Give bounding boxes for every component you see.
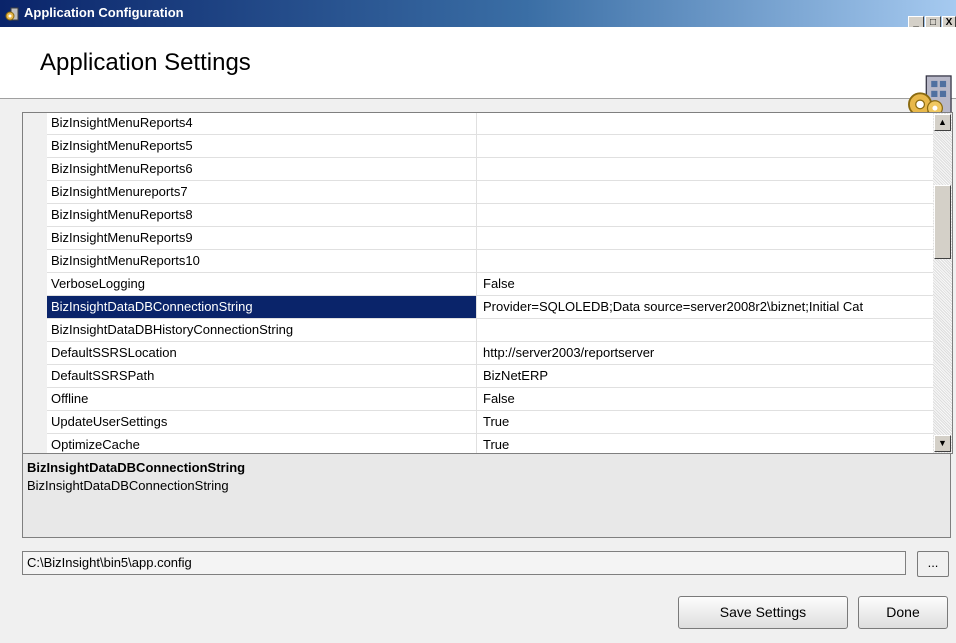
scroll-down-button[interactable]: ▼ [934,435,951,452]
description-panel: BizInsightDataDBConnectionString BizInsi… [22,453,951,538]
table-row[interactable]: Offline False [47,388,933,411]
setting-value[interactable] [477,135,933,157]
setting-key[interactable]: UpdateUserSettings [47,411,477,433]
scroll-thumb[interactable] [934,185,951,259]
setting-key[interactable]: BizInsightMenuReports6 [47,158,477,180]
description-text: BizInsightDataDBConnectionString [27,478,229,493]
settings-grid[interactable]: BizInsightMenuReports4 BizInsightMenuRepo… [22,112,953,454]
table-row[interactable]: BizInsightMenuReports8 [47,204,933,227]
setting-value[interactable] [477,250,933,272]
setting-value[interactable] [477,319,933,341]
setting-key[interactable]: OptimizeCache [47,434,477,453]
setting-key[interactable]: VerboseLogging [47,273,477,295]
table-row[interactable]: BizInsightMenuReports6 [47,158,933,181]
description-title: BizInsightDataDBConnectionString [27,460,246,475]
setting-value[interactable] [477,113,933,134]
setting-key[interactable]: BizInsightMenuReports9 [47,227,477,249]
table-row[interactable]: DefaultSSRSLocation http://server2003/rep… [47,342,933,365]
setting-key[interactable]: BizInsightMenuReports4 [47,113,477,134]
page-title: Application Settings [40,49,251,76]
window-title: Application Configuration [24,5,184,20]
setting-key[interactable]: BizInsightMenuReports5 [47,135,477,157]
table-row[interactable]: BizInsightDataDBConnectionString Provider… [47,296,933,319]
setting-value[interactable] [477,181,933,203]
setting-key[interactable]: DefaultSSRSPath [47,365,477,387]
done-button[interactable]: Done [858,596,948,629]
app-icon [5,7,19,21]
scroll-up-button[interactable]: ▲ [934,114,951,131]
config-path-field[interactable]: C:\BizInsight\bin5\app.config [22,551,906,575]
setting-value[interactable]: Provider=SQLOLEDB;Data source=server2008… [477,296,933,318]
setting-key[interactable]: BizInsightMenuReports10 [47,250,477,272]
save-settings-button[interactable]: Save Settings [678,596,848,629]
setting-value[interactable] [477,158,933,180]
table-row[interactable]: BizInsightMenuReports9 [47,227,933,250]
table-row[interactable]: BizInsightDataDBHistoryConnectionString [47,319,933,342]
setting-key[interactable]: BizInsightDataDBConnectionString [47,296,477,318]
setting-value[interactable]: True [477,434,933,453]
setting-value[interactable]: False [477,273,933,295]
setting-key[interactable]: DefaultSSRSLocation [47,342,477,364]
setting-key[interactable]: BizInsightDataDBHistoryConnectionString [47,319,477,341]
table-row[interactable]: UpdateUserSettings True [47,411,933,434]
table-row[interactable]: OptimizeCache True [47,434,933,453]
setting-key[interactable]: Offline [47,388,477,410]
table-row[interactable]: BizInsightMenuReports4 [47,113,933,135]
setting-key[interactable]: BizInsightMenureports7 [47,181,477,203]
table-row[interactable]: BizInsightMenureports7 [47,181,933,204]
setting-value[interactable]: BizNetERP [477,365,933,387]
table-row[interactable]: BizInsightMenuReports5 [47,135,933,158]
setting-value[interactable]: http://server2003/reportserver [477,342,933,364]
header-panel: Application Settings [0,27,956,99]
setting-value[interactable] [477,227,933,249]
grid-left-margin [23,113,47,453]
browse-button[interactable]: ... [917,551,949,577]
title-bar: Application Configuration _ □ X [0,0,956,30]
setting-value[interactable] [477,204,933,226]
setting-value[interactable]: False [477,388,933,410]
table-row[interactable]: BizInsightMenuReports10 [47,250,933,273]
grid-scrollbar[interactable]: ▲ ▼ [933,113,952,453]
setting-value[interactable]: True [477,411,933,433]
setting-key[interactable]: BizInsightMenuReports8 [47,204,477,226]
table-row[interactable]: VerboseLogging False [47,273,933,296]
table-row[interactable]: DefaultSSRSPath BizNetERP [47,365,933,388]
